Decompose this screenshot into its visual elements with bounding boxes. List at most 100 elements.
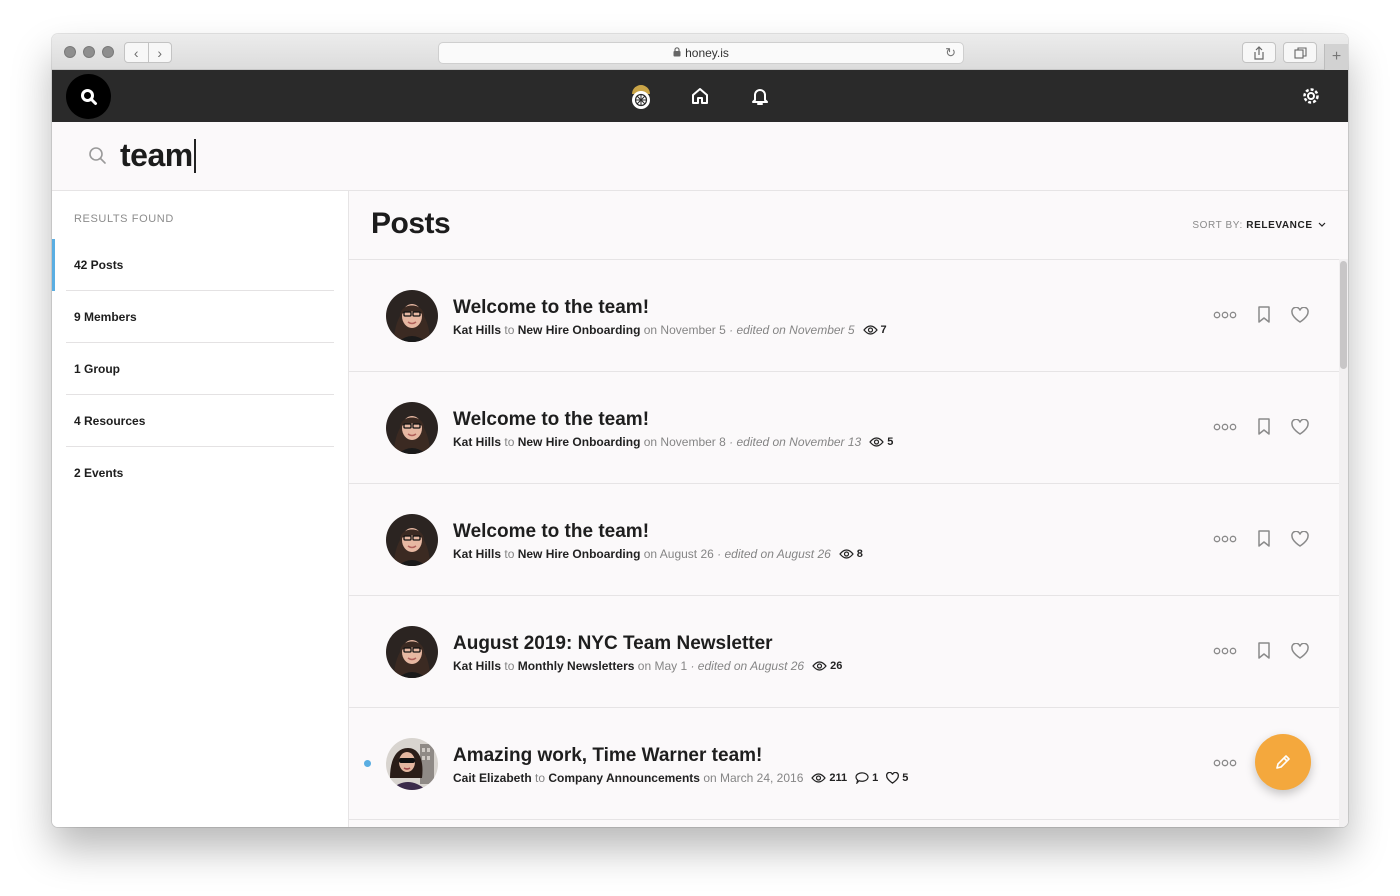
bookmark-icon[interactable] [1257, 418, 1271, 435]
post-row[interactable]: Welcome to the team! Kat Hills to New Hi… [349, 484, 1339, 596]
sidebar-item-groups[interactable]: 1 Group [66, 343, 334, 395]
zoom-window-button[interactable] [102, 46, 114, 58]
avatar[interactable] [386, 514, 438, 566]
chevron-left-icon[interactable]: ‹ [125, 43, 149, 62]
bookmark-icon[interactable] [1257, 530, 1271, 547]
more-options-icon[interactable] [1213, 759, 1237, 767]
post-title[interactable]: Welcome to the team! [453, 409, 649, 431]
post-title[interactable]: August 2019: NYC Team Newsletter [453, 633, 773, 655]
post-to: to [504, 435, 515, 449]
post-edited: · edited on August 26 [690, 659, 805, 673]
avatar[interactable] [386, 738, 438, 790]
post-group[interactable]: Company Announcements [548, 771, 700, 785]
chevron-down-icon [1318, 222, 1326, 227]
post-author[interactable]: Kat Hills [453, 435, 501, 449]
views-stat: 211 [811, 772, 847, 784]
unread-indicator [364, 760, 371, 767]
sidebar-item-events[interactable]: 2 Events [66, 447, 334, 499]
post-row[interactable]: Welcome to the team! Kat Hills to New Hi… [349, 260, 1339, 372]
likes-count: 5 [902, 772, 909, 784]
heart-icon[interactable] [1291, 418, 1309, 435]
post-to: to [535, 771, 546, 785]
post-title[interactable]: Welcome to the team! [453, 297, 649, 319]
scrollbar[interactable] [1339, 259, 1348, 827]
eye-icon [862, 325, 878, 335]
post-group[interactable]: New Hire Onboarding [518, 435, 641, 449]
more-options-icon[interactable] [1213, 535, 1237, 543]
post-edited: · edited on August 26 [717, 547, 831, 561]
avatar[interactable] [386, 402, 438, 454]
avatar[interactable] [386, 626, 438, 678]
post-group[interactable]: New Hire Onboarding [518, 323, 641, 337]
comments-count: 1 [872, 772, 879, 784]
chevron-right-icon[interactable]: › [149, 43, 172, 62]
sidebar-item-posts[interactable]: 42 Posts [52, 239, 334, 291]
post-row[interactable]: Welcome to the team! Kat Hills to New Hi… [349, 372, 1339, 484]
post-author[interactable]: Kat Hills [453, 547, 501, 561]
sidebar-item-label: 42 Posts [74, 257, 124, 272]
sidebar-item-label: 2 Events [74, 466, 124, 480]
bookmark-icon[interactable] [1257, 306, 1271, 323]
more-options-icon[interactable] [1213, 311, 1237, 319]
minimize-window-button[interactable] [83, 46, 95, 58]
address-bar[interactable]: honey.is ↻ [438, 42, 964, 64]
search-button[interactable] [66, 74, 111, 119]
results-heading: RESULTS FOUND [74, 213, 174, 225]
post-author[interactable]: Cait Elizabeth [453, 771, 532, 785]
text-caret [193, 139, 196, 173]
heart-icon[interactable] [1291, 642, 1309, 659]
browser-window: ‹ › honey.is ↻ + team RESULTS FOUND 42 P… [52, 34, 1348, 827]
sidebar-item-label: 4 Resources [74, 413, 146, 428]
bell-icon[interactable] [748, 84, 772, 108]
post-row[interactable]: Amazing work, Time Warner team! Cait Eli… [349, 708, 1339, 820]
views-stat: 7 [862, 324, 887, 336]
post-meta: Kat Hills to Monthly Newsletters on May … [453, 659, 842, 673]
scrollbar-thumb[interactable] [1340, 261, 1347, 369]
share-icon [1254, 45, 1264, 60]
honey-logo-icon[interactable] [628, 84, 654, 112]
views-count: 7 [880, 324, 887, 336]
post-author[interactable]: Kat Hills [453, 659, 501, 673]
post-title[interactable]: Amazing work, Time Warner team! [453, 745, 762, 767]
views-stat: 5 [869, 436, 893, 448]
post-meta: Kat Hills to New Hire Onboarding on Nove… [453, 323, 887, 337]
bookmark-icon[interactable] [1257, 642, 1271, 659]
post-list: Welcome to the team! Kat Hills to New Hi… [349, 259, 1339, 820]
post-actions [1213, 418, 1309, 435]
sidebar-item-label: 1 Group [74, 361, 121, 376]
more-options-icon[interactable] [1213, 647, 1237, 655]
page-title: Posts [371, 207, 451, 240]
post-row[interactable]: August 2019: NYC Team Newsletter Kat Hil… [349, 596, 1339, 708]
share-button[interactable] [1242, 42, 1276, 63]
lock-icon [673, 46, 681, 60]
post-group[interactable]: Monthly Newsletters [518, 659, 635, 673]
sidebar-item-resources[interactable]: 4 Resources [66, 395, 334, 447]
post-title[interactable]: Welcome to the team! [453, 521, 649, 543]
reload-icon[interactable]: ↻ [945, 45, 956, 61]
post-edited: · edited on November 5 [729, 323, 855, 337]
sidebar-item-members[interactable]: 9 Members [66, 291, 334, 343]
heart-icon[interactable] [1291, 306, 1309, 323]
heart-icon[interactable] [1291, 530, 1309, 547]
post-to: to [504, 547, 515, 561]
home-icon[interactable] [688, 84, 712, 108]
post-meta: Kat Hills to New Hire Onboarding on Nove… [453, 435, 893, 449]
post-actions [1213, 530, 1309, 547]
avatar[interactable] [386, 290, 438, 342]
post-actions [1213, 306, 1309, 323]
compose-button[interactable] [1255, 734, 1311, 790]
post-actions [1213, 642, 1309, 659]
post-date: on November 5 [643, 323, 726, 337]
pencil-icon [1276, 755, 1290, 769]
close-window-button[interactable] [64, 46, 76, 58]
post-date: on March 24, 2016 [703, 771, 804, 785]
post-author[interactable]: Kat Hills [453, 323, 501, 337]
new-tab-button[interactable]: + [1324, 44, 1348, 70]
sort-dropdown[interactable]: SORT BY: RELEVANCE [1192, 220, 1326, 231]
sidebar-item-label: 9 Members [74, 309, 137, 324]
gear-icon[interactable] [1299, 84, 1323, 108]
search-input[interactable]: team [120, 137, 196, 174]
tabs-overview-button[interactable] [1283, 42, 1317, 63]
more-options-icon[interactable] [1213, 423, 1237, 431]
post-group[interactable]: New Hire Onboarding [518, 547, 641, 561]
